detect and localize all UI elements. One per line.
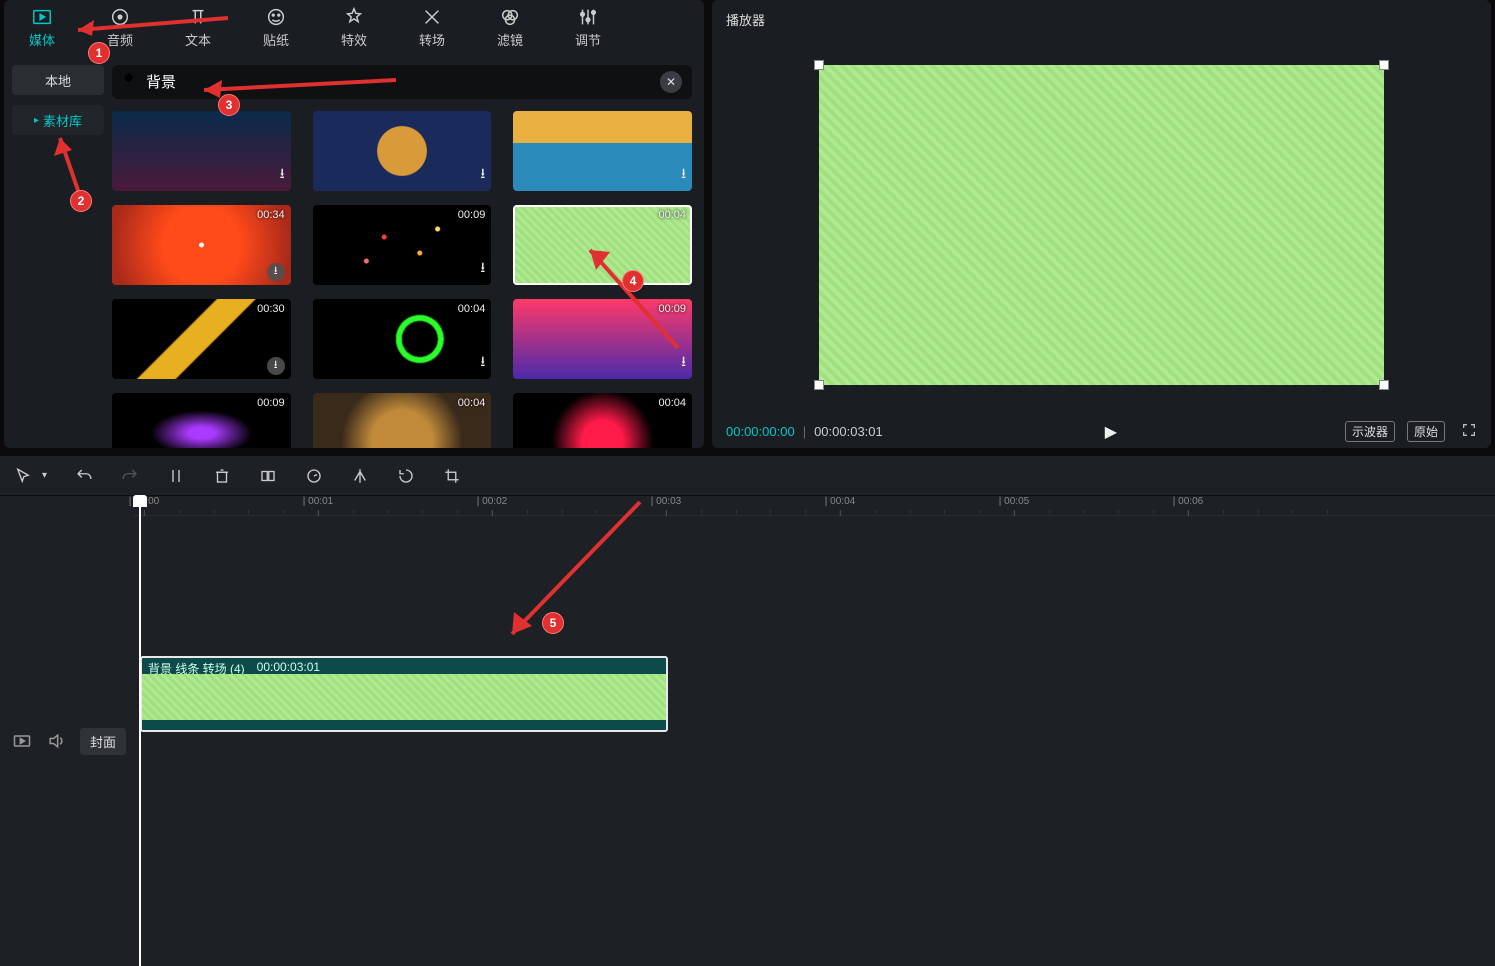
- material-thumb[interactable]: ⭳: [313, 111, 492, 191]
- search-icon: [122, 71, 138, 92]
- time-divider: |: [803, 424, 806, 439]
- thumb-duration: 00:09: [458, 209, 486, 221]
- thumb-duration: 00:04: [658, 397, 686, 409]
- material-thumb[interactable]: ⭳: [513, 111, 692, 191]
- ruler-tick: | 00:01: [303, 496, 333, 507]
- player-canvas[interactable]: [819, 65, 1384, 385]
- download-icon[interactable]: ⭳: [267, 357, 285, 375]
- dropdown-icon[interactable]: ▾: [42, 470, 47, 481]
- timeline-area: ▾ | 00:00| 00:01| 00:02| 00:03| 00:04| 0…: [0, 456, 1495, 966]
- timeline-ruler[interactable]: | 00:00| 00:01| 00:02| 00:03| 00:04| 00:…: [134, 496, 1495, 516]
- scope-button[interactable]: 示波器: [1345, 421, 1395, 442]
- tab-sticker[interactable]: 贴纸: [256, 6, 296, 49]
- material-thumb[interactable]: 00:04 ⭳: [313, 299, 492, 379]
- time-total: 00:00:03:01: [814, 424, 883, 439]
- annotation-badge-3: 3: [218, 94, 240, 116]
- thumb-duration: 00:30: [257, 303, 285, 315]
- tab-label: 媒体: [29, 30, 55, 49]
- resize-handle-tl[interactable]: [814, 60, 824, 70]
- original-button[interactable]: 原始: [1407, 421, 1445, 442]
- player-controls: 00:00:00:00 | 00:00:03:01 ▶ 示波器 原始: [722, 413, 1481, 442]
- media-icon: [31, 6, 53, 28]
- ruler-tick: | 00:05: [999, 496, 1029, 507]
- material-thumb[interactable]: 00:34 ⭳: [112, 205, 291, 285]
- track-header: 封面: [0, 516, 134, 966]
- play-button[interactable]: ▶: [1105, 422, 1117, 442]
- frame-crop-tool[interactable]: [443, 467, 461, 485]
- filter-icon: [499, 6, 521, 28]
- thumb-duration: 00:04: [658, 209, 686, 221]
- annotation-badge-2: 2: [70, 190, 92, 212]
- sidebar-item-local[interactable]: 本地: [12, 65, 104, 95]
- download-icon[interactable]: ⭳: [280, 163, 285, 187]
- fullscreen-icon[interactable]: [1461, 422, 1477, 441]
- resize-handle-bl[interactable]: [814, 380, 824, 390]
- material-thumb[interactable]: 00:04: [513, 393, 692, 448]
- download-icon[interactable]: ⭳: [267, 263, 285, 281]
- material-thumb[interactable]: 00:09: [112, 393, 291, 448]
- timeline-tracks[interactable]: 背景 线条 转场 (4) 00:00:03:01: [134, 516, 1495, 966]
- cover-button[interactable]: 封面: [80, 728, 126, 755]
- thumb-duration: 00:04: [458, 303, 486, 315]
- download-icon[interactable]: ⭳: [480, 257, 485, 281]
- annotation-badge-4: 4: [622, 270, 644, 292]
- tab-effect[interactable]: 特效: [334, 6, 374, 49]
- tab-label: 贴纸: [263, 30, 289, 49]
- download-icon[interactable]: ⭳: [681, 163, 686, 187]
- undo-button[interactable]: [75, 467, 93, 485]
- split-tool[interactable]: [167, 467, 185, 485]
- cursor-tool[interactable]: [14, 467, 32, 485]
- clip-preview: [142, 674, 666, 720]
- side-column: 本地素材库: [4, 53, 112, 448]
- thumb-duration: 00:34: [257, 209, 285, 221]
- download-icon[interactable]: ⭳: [480, 163, 485, 187]
- annotation-badge-1: 1: [88, 42, 110, 64]
- material-thumb[interactable]: 00:30 ⭳: [112, 299, 291, 379]
- video-clip[interactable]: 背景 线条 转场 (4) 00:00:03:01: [140, 656, 668, 732]
- rotate-tool[interactable]: [397, 467, 415, 485]
- thumb-duration: 00:04: [458, 397, 486, 409]
- tab-label: 转场: [419, 30, 445, 49]
- tab-media[interactable]: 媒体: [22, 6, 62, 49]
- playhead[interactable]: [139, 496, 141, 966]
- tab-label: 特效: [341, 30, 367, 49]
- tab-adjust[interactable]: 调节: [568, 6, 608, 49]
- annotation-badge-5: 5: [542, 612, 564, 634]
- player-stage: [722, 37, 1481, 413]
- ruler-tick: | 00:04: [825, 496, 855, 507]
- resize-handle-tr[interactable]: [1379, 60, 1389, 70]
- thumb-duration: 00:09: [257, 397, 285, 409]
- effect-icon: [343, 6, 365, 28]
- clip-footer: [142, 720, 666, 730]
- material-thumb[interactable]: 00:09 ⭳: [313, 205, 492, 285]
- crop-tool[interactable]: [259, 467, 277, 485]
- media-panel: 媒体音频文本贴纸特效转场滤镜调节 本地素材库 ✕ ⭳⭳⭳00:34⭳00:09⭳…: [4, 0, 704, 448]
- tab-label: 调节: [575, 30, 601, 49]
- delete-tool[interactable]: [213, 467, 231, 485]
- tab-label: 滤镜: [497, 30, 523, 49]
- track-video-icon[interactable]: [12, 731, 32, 751]
- tab-filter[interactable]: 滤镜: [490, 6, 530, 49]
- speed-tool[interactable]: [305, 467, 323, 485]
- ruler-tick: | 00:06: [1173, 496, 1203, 507]
- track-audio-icon[interactable]: [46, 731, 66, 751]
- player-title: 播放器: [722, 4, 1481, 37]
- time-current: 00:00:00:00: [726, 424, 795, 439]
- sticker-icon: [265, 6, 287, 28]
- mirror-tool[interactable]: [351, 467, 369, 485]
- material-thumb[interactable]: 00:04: [313, 393, 492, 448]
- player-panel: 播放器 00:00:00:00 | 00:00:03:01 ▶ 示波器 原始: [712, 0, 1491, 448]
- transition-icon: [421, 6, 443, 28]
- adjust-icon: [577, 6, 599, 28]
- tab-transition[interactable]: 转场: [412, 6, 452, 49]
- resize-handle-br[interactable]: [1379, 380, 1389, 390]
- material-thumb[interactable]: ⭳: [112, 111, 291, 191]
- redo-button[interactable]: [121, 467, 139, 485]
- timeline-toolbar: ▾: [0, 456, 1495, 496]
- search-clear-button[interactable]: ✕: [660, 71, 682, 93]
- download-icon[interactable]: ⭳: [480, 351, 485, 375]
